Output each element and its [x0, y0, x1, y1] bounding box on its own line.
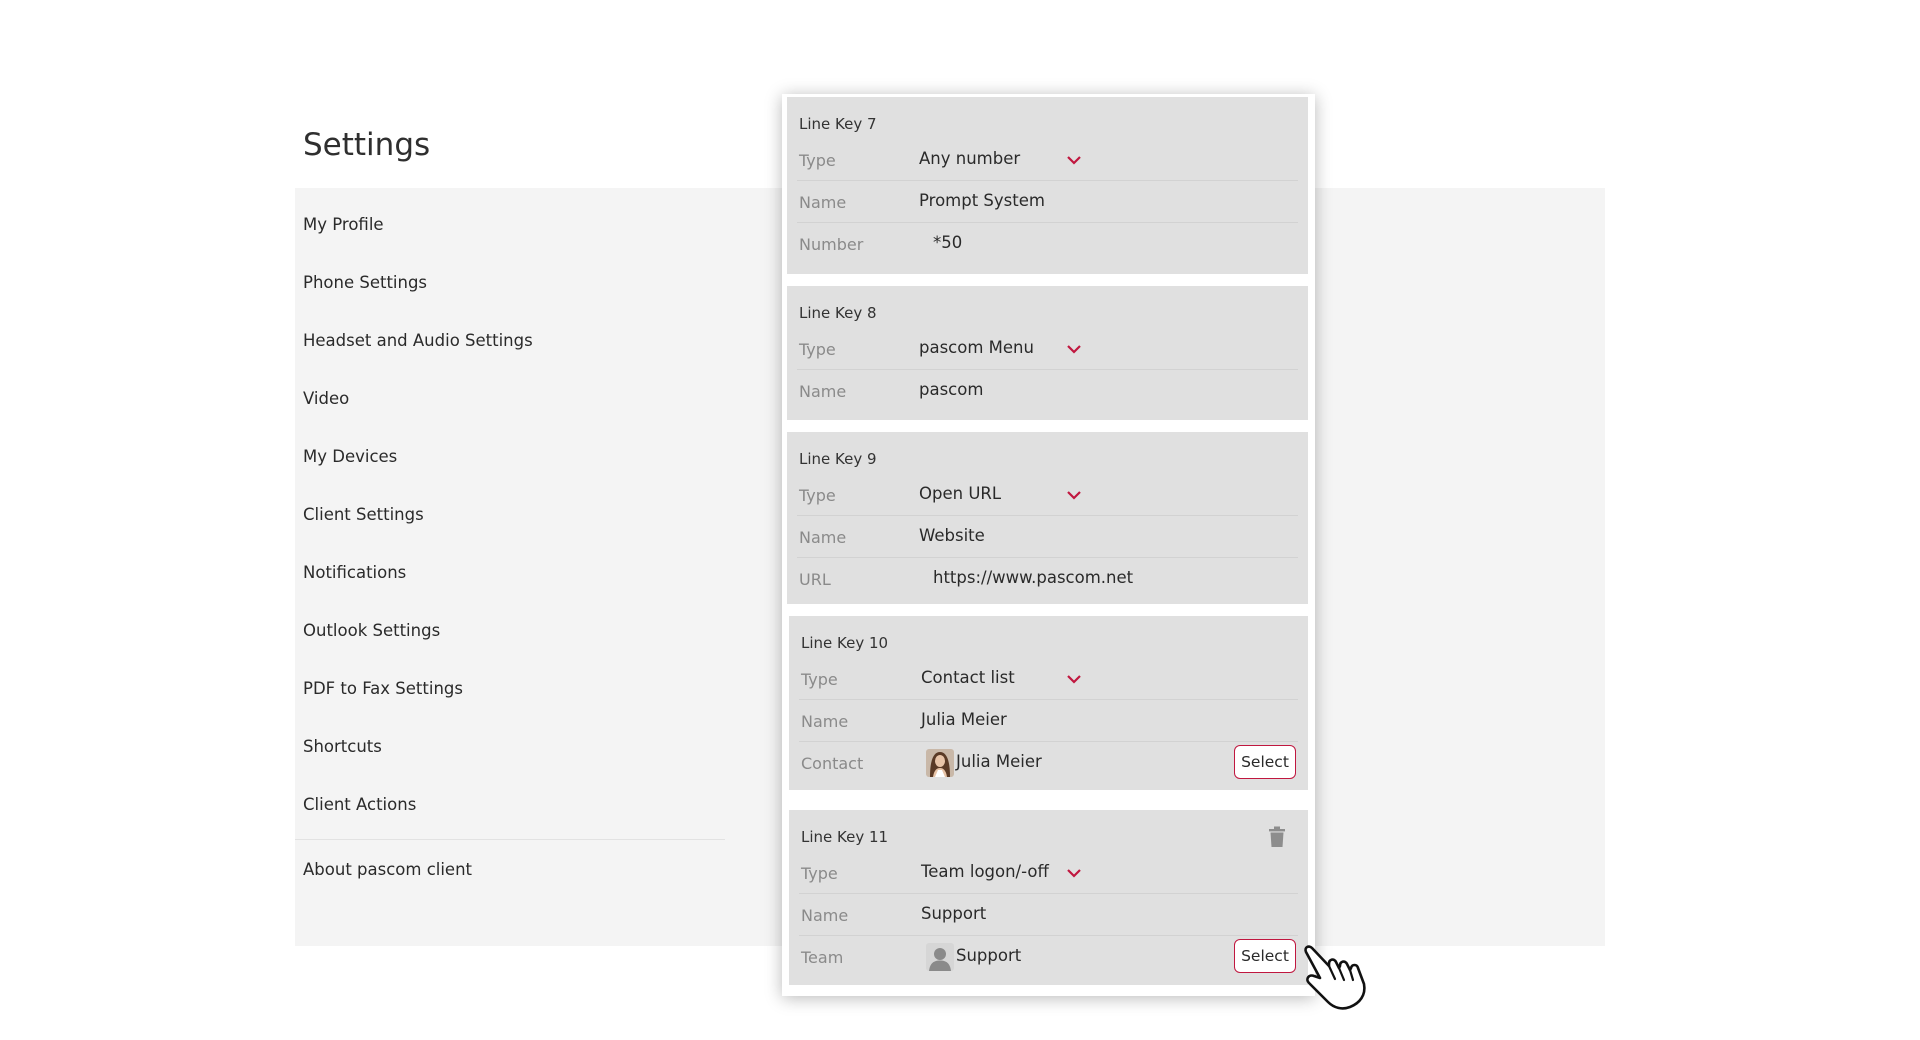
team-row: Team Support Select: [789, 936, 1308, 978]
line-key-card: Line Key 10 Type Contact list Name Julia…: [789, 616, 1308, 790]
line-keys-panel: Line Key 7 Type Any number Name Prompt S…: [782, 94, 1315, 996]
settings-sidebar: My Profile Phone Settings Headset and Au…: [295, 200, 733, 898]
sidebar-item-headset-audio[interactable]: Headset and Audio Settings: [303, 316, 733, 374]
page-title: Settings: [303, 127, 431, 163]
select-contact-button[interactable]: Select: [1234, 745, 1296, 779]
name-row: Name pascom: [787, 370, 1308, 412]
url-label: URL: [799, 570, 831, 589]
type-row[interactable]: Type Team logon/-off: [789, 852, 1308, 894]
team-label: Team: [801, 948, 844, 967]
type-label: Type: [799, 486, 836, 505]
contact-row: Contact Julia Meier Select: [789, 742, 1308, 784]
number-row: Number *50: [787, 223, 1308, 265]
sidebar-item-notifications[interactable]: Notifications: [303, 548, 733, 606]
hand-cursor-icon: [1304, 945, 1366, 1010]
type-select-value[interactable]: Contact list: [921, 668, 1015, 687]
type-row[interactable]: Type Open URL: [787, 474, 1308, 516]
name-label: Name: [799, 528, 847, 547]
type-row[interactable]: Type pascom Menu: [787, 328, 1308, 370]
line-key-title: Line Key 11: [801, 828, 889, 846]
name-field[interactable]: Website: [919, 526, 985, 545]
name-field[interactable]: Prompt System: [919, 191, 1045, 210]
type-select-value[interactable]: pascom Menu: [919, 338, 1034, 357]
chevron-down-icon[interactable]: [1066, 342, 1082, 356]
name-row: Name Support: [789, 894, 1308, 936]
name-row: Name Website: [787, 516, 1308, 558]
sidebar-item-my-devices[interactable]: My Devices: [303, 432, 733, 490]
person-silhouette-icon: [926, 943, 954, 971]
line-key-title: Line Key 7: [799, 115, 877, 133]
type-label: Type: [799, 151, 836, 170]
select-team-button[interactable]: Select: [1234, 939, 1296, 973]
line-key-title: Line Key 8: [799, 304, 877, 322]
sidebar-item-my-profile[interactable]: My Profile: [303, 200, 733, 258]
type-select-value[interactable]: Open URL: [919, 484, 1001, 503]
line-key-card: Line Key 7 Type Any number Name Prompt S…: [787, 97, 1308, 274]
sidebar-item-video[interactable]: Video: [303, 374, 733, 432]
type-label: Type: [801, 670, 838, 689]
name-label: Name: [799, 382, 847, 401]
number-label: Number: [799, 235, 864, 254]
line-key-card: Line Key 8 Type pascom Menu Name pascom: [787, 286, 1308, 420]
contact-avatar: [926, 749, 954, 777]
type-select-value[interactable]: Any number: [919, 149, 1020, 168]
sidebar-item-pdf-to-fax[interactable]: PDF to Fax Settings: [303, 664, 733, 722]
url-field[interactable]: https://www.pascom.net: [933, 568, 1133, 587]
type-select-value[interactable]: Team logon/-off: [921, 862, 1049, 881]
chevron-down-icon[interactable]: [1066, 672, 1082, 686]
name-label: Name: [801, 906, 849, 925]
sidebar-item-client-settings[interactable]: Client Settings: [303, 490, 733, 548]
type-row[interactable]: Type Contact list: [789, 658, 1308, 700]
sidebar-item-client-actions[interactable]: Client Actions: [303, 780, 733, 838]
name-field[interactable]: Support: [921, 904, 986, 923]
line-key-title: Line Key 9: [799, 450, 877, 468]
number-field[interactable]: *50: [933, 233, 962, 252]
line-key-card: Line Key 9 Type Open URL Name Website UR…: [787, 432, 1308, 604]
name-field[interactable]: Julia Meier: [921, 710, 1007, 729]
type-label: Type: [801, 864, 838, 883]
chevron-down-icon[interactable]: [1066, 153, 1082, 167]
sidebar-item-phone-settings[interactable]: Phone Settings: [303, 258, 733, 316]
line-key-card: Line Key 11 Type Team logon/-off Name Su…: [789, 810, 1308, 985]
name-label: Name: [801, 712, 849, 731]
sidebar-item-about[interactable]: About pascom client: [303, 840, 733, 898]
line-key-title: Line Key 10: [801, 634, 889, 652]
contact-label: Contact: [801, 754, 864, 773]
url-row: URL https://www.pascom.net: [787, 558, 1308, 600]
trash-icon[interactable]: [1268, 826, 1286, 848]
name-field[interactable]: pascom: [919, 380, 983, 399]
team-name: Support: [956, 946, 1022, 965]
type-label: Type: [799, 340, 836, 359]
sidebar-item-shortcuts[interactable]: Shortcuts: [303, 722, 733, 780]
sidebar-item-outlook-settings[interactable]: Outlook Settings: [303, 606, 733, 664]
name-label: Name: [799, 193, 847, 212]
chevron-down-icon[interactable]: [1066, 866, 1082, 880]
name-row: Name Prompt System: [787, 181, 1308, 223]
contact-name: Julia Meier: [956, 752, 1042, 771]
chevron-down-icon[interactable]: [1066, 488, 1082, 502]
type-row[interactable]: Type Any number: [787, 139, 1308, 181]
name-row: Name Julia Meier: [789, 700, 1308, 742]
